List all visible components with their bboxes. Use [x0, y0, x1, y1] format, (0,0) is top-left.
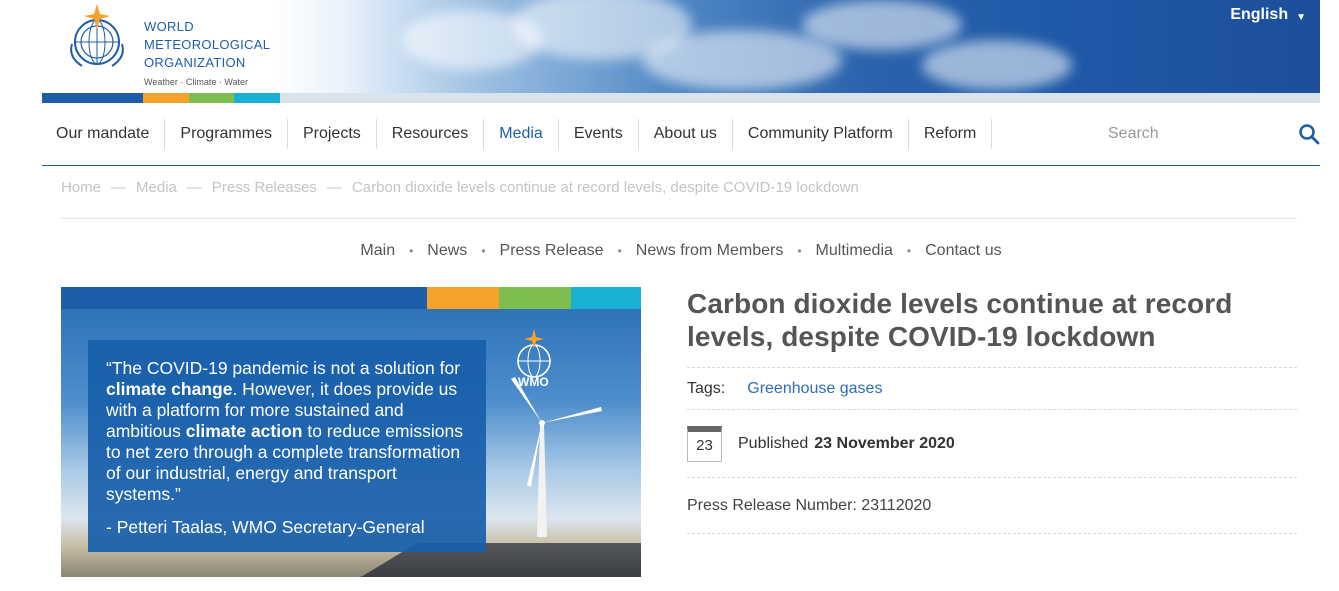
- nav-item-media[interactable]: Media: [484, 119, 559, 149]
- tags-row: Tags: Greenhouse gases: [687, 367, 1297, 410]
- breadcrumb-current: Carbon dioxide levels continue at record…: [351, 179, 859, 196]
- search-input[interactable]: [1108, 125, 1268, 143]
- subnav-dot: •: [409, 244, 414, 258]
- breadcrumb-press-releases[interactable]: Press Releases: [212, 179, 317, 218]
- search-box: [1108, 119, 1320, 149]
- calendar-icon: 23: [687, 425, 722, 462]
- main-nav: Our mandate Programmes Projects Resource…: [42, 103, 1320, 166]
- wmo-emblem-icon[interactable]: [62, 2, 132, 72]
- published-row: 23 Published 23 November 2020: [687, 410, 1297, 478]
- subnav-dot: •: [797, 244, 802, 258]
- breadcrumb-media[interactable]: Media: [136, 179, 177, 218]
- search-icon[interactable]: [1298, 123, 1320, 145]
- subnav-dot: •: [906, 244, 912, 258]
- subnav-multimedia[interactable]: Multimedia: [816, 242, 893, 260]
- tag-link[interactable]: Greenhouse gases: [747, 380, 882, 398]
- subnav-contact-us[interactable]: Contact us: [925, 242, 1001, 260]
- subnav-dot: •: [481, 244, 486, 258]
- hero-image: WMO “The COVID-19 pandemic is not a solu…: [61, 287, 641, 577]
- wind-turbine-icon: [511, 377, 602, 537]
- strip-green: [189, 93, 234, 103]
- media-subnav: Main • News • Press Release • News from …: [0, 242, 1339, 260]
- subnav-press-release[interactable]: Press Release: [500, 242, 604, 260]
- hero-bar-green: [499, 287, 571, 309]
- quote-author: - Petteri Taalas, WMO Secretary-General: [106, 517, 425, 537]
- hero-bar-orange: [427, 287, 499, 309]
- strip-cyan: [234, 93, 280, 103]
- press-release-number: Press Release Number: 23112020: [687, 478, 1297, 534]
- language-selector[interactable]: English ▼: [1230, 6, 1306, 24]
- org-name-line1: WORLD: [144, 19, 194, 34]
- org-name-line3: ORGANIZATION: [144, 55, 246, 70]
- quote-text: “The COVID-19 pandemic is not a solution…: [106, 358, 468, 505]
- breadcrumb: Home — Media — Press Releases — Carbon d…: [61, 179, 1297, 219]
- article-title: Carbon dioxide levels continue at record…: [687, 288, 1233, 352]
- published-label: Published: [738, 434, 809, 452]
- nav-item-resources[interactable]: Resources: [377, 119, 485, 149]
- breadcrumb-separator: —: [326, 179, 342, 196]
- hero-logo-text: WMO: [518, 375, 549, 389]
- cloud-decoration: [802, 0, 962, 50]
- language-label: English: [1230, 6, 1289, 23]
- org-name-line2: METEOROLOGICAL: [144, 37, 271, 52]
- quote-part: “The COVID-19 pandemic is not a solution…: [106, 358, 461, 378]
- tags-label: Tags:: [687, 379, 726, 397]
- nav-item-projects[interactable]: Projects: [288, 119, 377, 149]
- quote-box: “The COVID-19 pandemic is not a solution…: [88, 340, 486, 552]
- nav-item-community-platform[interactable]: Community Platform: [733, 119, 909, 149]
- strip-orange: [143, 93, 189, 103]
- hero-bar-navy: [61, 287, 427, 309]
- breadcrumb-separator: —: [186, 179, 202, 196]
- quote-bold: climate action: [185, 421, 303, 441]
- subnav-dot: •: [617, 244, 622, 258]
- subnav-main[interactable]: Main: [360, 242, 395, 260]
- nav-item-programmes[interactable]: Programmes: [165, 119, 288, 149]
- cloud-decoration: [922, 40, 1072, 90]
- chevron-down-icon: ▼: [1296, 11, 1306, 23]
- calendar-day: 23: [696, 436, 713, 454]
- nav-item-our-mandate[interactable]: Our mandate: [42, 119, 166, 149]
- quote-bold: climate change: [106, 379, 233, 399]
- org-name[interactable]: WORLD METEOROLOGICAL ORGANIZATION: [144, 18, 270, 72]
- nav-item-events[interactable]: Events: [559, 119, 639, 149]
- published-date: 23 November 2020: [814, 434, 955, 452]
- header-banner: WORLD METEOROLOGICAL ORGANIZATION Weathe…: [42, 0, 1320, 93]
- subnav-news-from-members[interactable]: News from Members: [636, 242, 784, 260]
- hero-bar-cyan: [571, 287, 641, 309]
- article-info: Carbon dioxide levels continue at record…: [687, 287, 1297, 534]
- breadcrumb-home[interactable]: Home: [61, 179, 101, 218]
- nav-item-about-us[interactable]: About us: [639, 119, 733, 149]
- org-tagline: Weather · Climate · Water: [144, 77, 249, 87]
- breadcrumb-separator: —: [111, 179, 127, 196]
- nav-item-reform[interactable]: Reform: [909, 119, 993, 149]
- cloud-decoration: [642, 30, 842, 90]
- subnav-news[interactable]: News: [427, 242, 467, 260]
- strip-navy: [42, 93, 143, 103]
- brand-color-strip: [42, 93, 1320, 103]
